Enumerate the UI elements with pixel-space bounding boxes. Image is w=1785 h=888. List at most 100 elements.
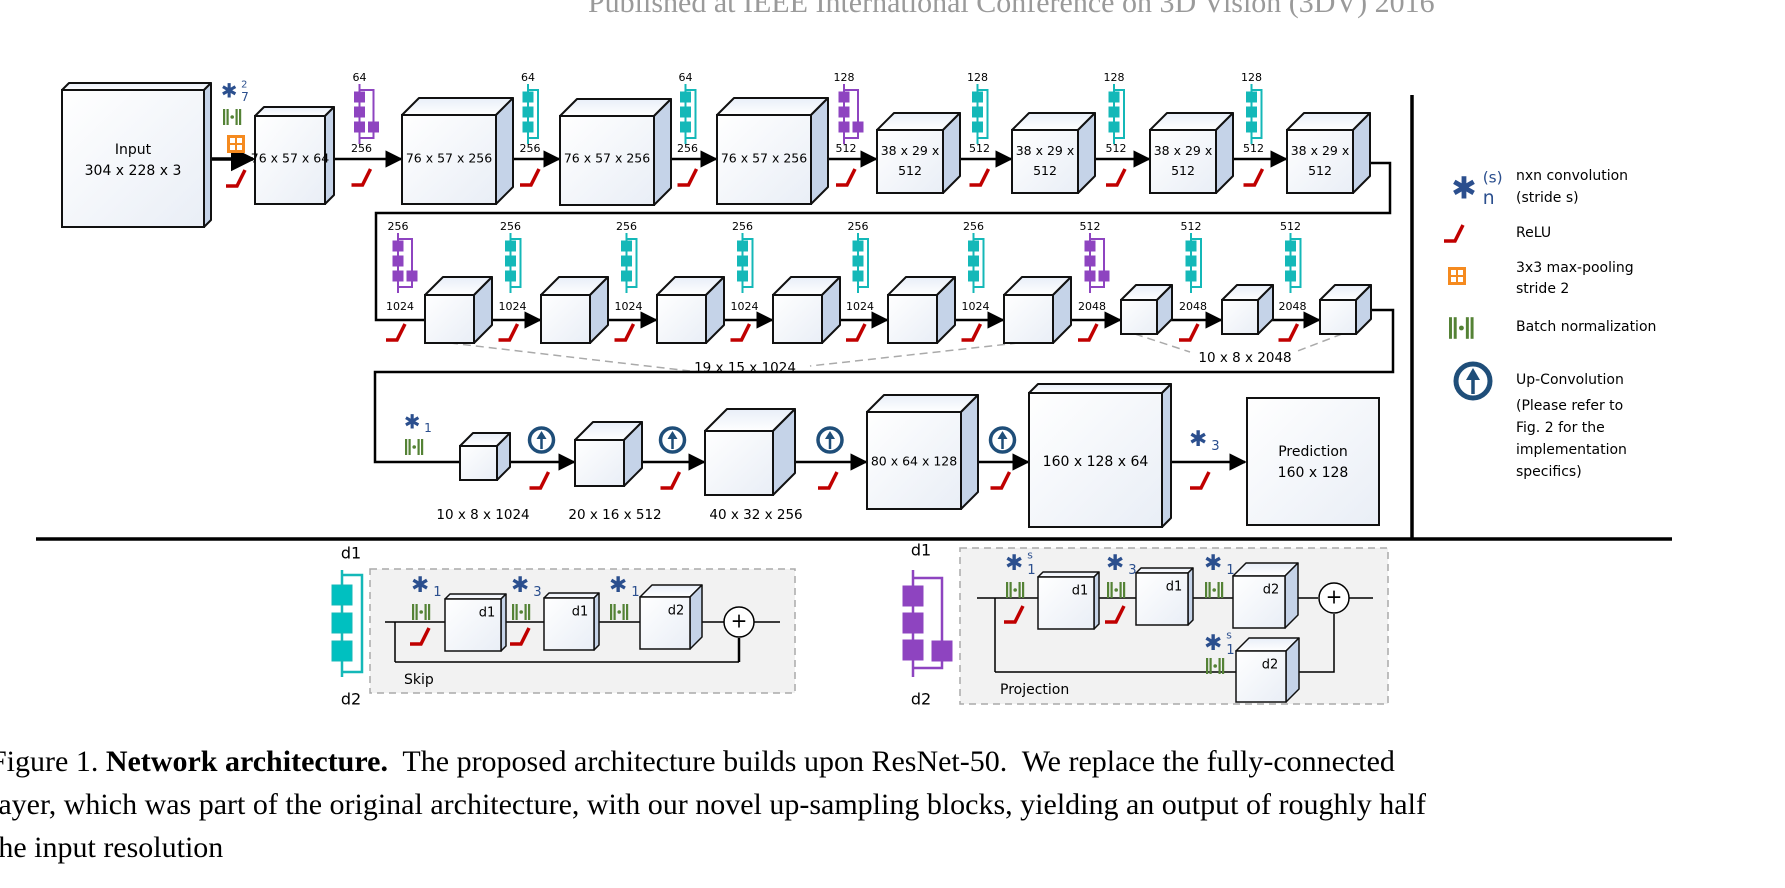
block-layer-square (902, 639, 924, 661)
block-layer-square (680, 106, 691, 118)
block-out-channels: 1024 (731, 300, 759, 313)
batchnorm-bar (408, 439, 411, 455)
batchnorm-bar (1110, 582, 1113, 598)
block-in-channels: 256 (616, 220, 637, 233)
box-front-face (656, 294, 707, 344)
block-layer-square (331, 640, 353, 662)
block-in-channels: 512 (1280, 220, 1301, 233)
relu-icon (1179, 323, 1200, 342)
sum-symbol: + (731, 609, 748, 633)
group-label-1024: 19 x 15 x 1024 (694, 360, 796, 376)
conv-asterisk: ✱ (1106, 551, 1124, 576)
block-layer-square (522, 106, 534, 118)
block-box-label: d1 (1166, 580, 1183, 595)
block-out-channels: 1024 (846, 300, 874, 313)
feature-map-box (424, 276, 493, 344)
projection-block-icon: 64 (353, 71, 379, 144)
relu-icon (846, 323, 867, 342)
feature-map-label: 512 (1033, 163, 1057, 178)
block-projection-square (406, 270, 418, 282)
block-layer-square (354, 91, 365, 103)
box-front-face (1011, 129, 1079, 194)
group-dashed-line (1294, 333, 1343, 353)
upconv-icon (658, 426, 687, 454)
batchnorm-dot (419, 610, 424, 614)
relu-icon (226, 169, 247, 188)
skip-block-title: Skip (404, 672, 434, 688)
box-front-face (1286, 129, 1354, 194)
block-layer-square (838, 106, 850, 118)
block-out-channels: 512 (1243, 142, 1264, 155)
batchnorm-dot (1213, 664, 1217, 668)
figure-caption: Figure 1. Network architecture. The prop… (0, 740, 1770, 869)
feature-map-box (772, 276, 841, 344)
group-label-2048: 10 x 8 x 2048 (1198, 350, 1291, 366)
block-in-channels: 64 (521, 71, 535, 84)
batchnorm-bar (1205, 582, 1208, 598)
box-top-face (61, 82, 212, 91)
feature-map-label: 38 x 29 x (1154, 143, 1213, 158)
box-front-face (424, 294, 475, 344)
legend-label: specifics) (1516, 464, 1582, 480)
maxpool-icon (227, 135, 245, 153)
maxpool-icon (1448, 267, 1466, 285)
relu-icon (818, 471, 839, 490)
skip-block-icon: 256 (732, 220, 754, 293)
block-layer-box (1135, 567, 1194, 626)
conv-kernel-size: 1 (1226, 563, 1234, 578)
input-label: Input (115, 142, 152, 158)
prediction-size-label: 160 x 128 (1278, 465, 1349, 481)
conv-kernel-size: 1 (424, 421, 432, 435)
skip-block-icon: 128 (1104, 71, 1125, 144)
legend-label: 3x3 max-pooling (1516, 260, 1634, 276)
relu-icon (1078, 323, 1099, 342)
block-layer-square (968, 255, 979, 267)
skip-block-icon: d1 d2 (331, 544, 364, 709)
block-in-channels: 128 (967, 71, 988, 84)
skip-block-icon: 64 (521, 71, 539, 144)
maxpool-cell (237, 138, 242, 143)
block-in-channels: 128 (1241, 71, 1262, 84)
block-layer-square (852, 270, 864, 282)
box-side-face (203, 82, 212, 228)
block-layer-square (968, 270, 979, 282)
relu-icon (1190, 471, 1211, 490)
relu-icon (990, 471, 1012, 490)
skip-block-icon: 256 (616, 220, 638, 293)
batchnorm-bar (515, 604, 518, 620)
legend-label: Fig. 2 for the (1516, 420, 1605, 436)
block-layer-square (505, 240, 516, 252)
block-d1-label: d1 (911, 541, 931, 560)
caption-line-2: layer, which was part of the original ar… (0, 788, 1426, 821)
block-layer-square (972, 106, 983, 118)
feature-map-box (540, 276, 609, 344)
batchnorm-bar (1465, 317, 1469, 339)
batchnorm-bar (417, 439, 420, 455)
box-front-face (704, 430, 774, 496)
maxpool-cell (1451, 277, 1456, 282)
batchnorm-bar (1217, 582, 1220, 598)
conv-kernel-size: 3 (533, 585, 541, 600)
relu-icon (351, 168, 373, 187)
block-layer-square (1108, 91, 1120, 103)
batchnorm-bar (1206, 658, 1209, 674)
relu-icon (1106, 168, 1127, 187)
caption-text-1: The proposed architecture builds upon Re… (387, 745, 1395, 778)
feature-map-label: 38 x 29 x (881, 143, 940, 158)
block-layer-square (852, 255, 864, 267)
conv-icon: ✱ 3 (1189, 427, 1220, 454)
relu-icon (498, 323, 520, 342)
prediction-box (1246, 397, 1380, 526)
relu-icon (386, 323, 407, 342)
batchnorm-dot (1114, 588, 1118, 592)
batchnorm-bar (239, 109, 242, 125)
block-out-channels: 512 (1106, 142, 1127, 155)
sum-symbol: + (1326, 585, 1343, 609)
feature-map-label: 512 (1171, 163, 1195, 178)
feature-map-box (1319, 284, 1372, 335)
caption-line-3: the input resolution (0, 831, 224, 864)
relu-icon (961, 323, 983, 342)
batchnorm-dot (1458, 325, 1464, 331)
block-out-channels: 1024 (499, 300, 527, 313)
caption-prefix: Figure 1. (0, 745, 106, 778)
